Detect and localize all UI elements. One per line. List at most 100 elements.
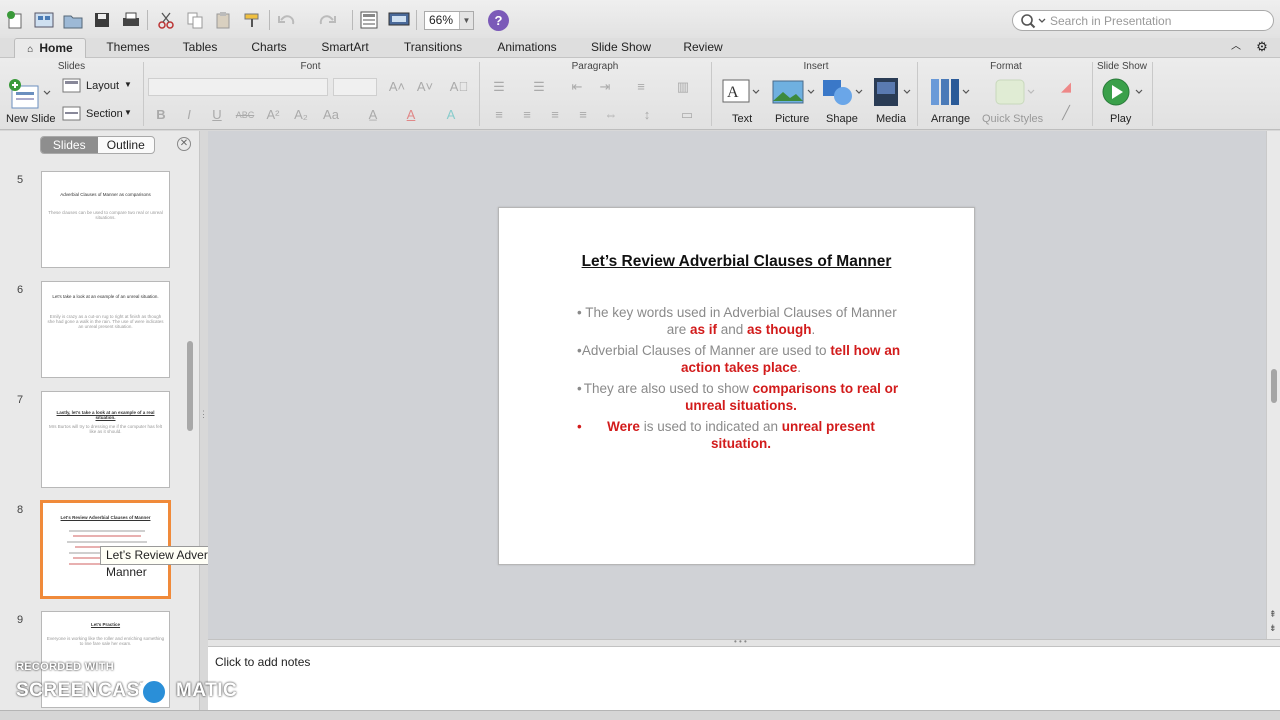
close-icon[interactable]: ✕ [177, 137, 191, 151]
redo-icon[interactable] [315, 9, 337, 31]
bullet-1[interactable]: • The key words used in Adverbial Clause… [577, 304, 901, 338]
font-size-field[interactable] [333, 78, 377, 96]
tab-outline[interactable]: Outline [98, 137, 155, 153]
change-case-icon[interactable]: Aa [320, 106, 342, 124]
insert-media-button[interactable]: Media [870, 76, 914, 128]
panel-scrollbar[interactable] [187, 341, 193, 431]
notes-splitter[interactable]: • • • [208, 637, 1280, 647]
numbering-icon[interactable]: ☰ [528, 78, 550, 96]
font-name-field[interactable] [148, 78, 328, 96]
panel-resize-handle[interactable]: ⋮ [199, 410, 208, 431]
superscript-icon[interactable]: A² [262, 106, 284, 124]
character-spacing-icon[interactable]: A̲ [362, 106, 384, 124]
bullets-icon[interactable]: ☰ [488, 78, 510, 96]
paste-icon[interactable] [212, 9, 234, 31]
section-button[interactable]: Section ▼ [62, 106, 138, 124]
slide-thumbnail-5[interactable]: Adverbial Clauses of Manner as compariso… [41, 171, 170, 268]
next-slide-icon[interactable]: ⇟ [1269, 623, 1277, 634]
thumb-body: Everyone is working like the roller and … [46, 636, 165, 646]
tab-slides[interactable]: Slides [41, 137, 98, 153]
font-color-icon[interactable]: A [400, 106, 422, 124]
layout-button[interactable]: Layout ▼ [62, 78, 138, 96]
bullet-3[interactable]: • They are also used to show comparisons… [577, 380, 901, 414]
shrink-font-icon[interactable]: A˅ [414, 78, 436, 96]
layout-label: Layout [86, 80, 120, 92]
tab-home[interactable]: ⌂ Home [14, 38, 86, 58]
arrange-button[interactable]: Arrange [926, 76, 974, 128]
align-center-icon[interactable]: ≡ [516, 106, 538, 124]
tab-smartart[interactable]: SmartArt [310, 38, 380, 58]
templates-icon[interactable] [33, 9, 55, 31]
thumb-body: These clauses can be used to compare two… [48, 210, 163, 220]
chevron-down-icon: ▼ [459, 12, 473, 29]
notes-pane[interactable]: Click to add notes [208, 647, 1280, 710]
section-label: Section [86, 108, 123, 120]
help-icon[interactable]: ? [488, 10, 509, 31]
tab-slide-show[interactable]: Slide Show [582, 38, 660, 58]
undo-icon[interactable] [277, 9, 299, 31]
zoom-select[interactable]: 66% ▼ [424, 11, 474, 30]
open-icon[interactable] [62, 9, 84, 31]
ribbon-tabs: ⌂ Home Themes Tables Charts SmartArt Tran… [0, 38, 1280, 58]
line-spacing-icon[interactable]: ≡ [630, 78, 652, 96]
quick-styles-button[interactable]: Quick Styles [982, 76, 1048, 128]
slide-sorter-icon[interactable] [358, 9, 380, 31]
subscript-icon[interactable]: A₂ [290, 106, 312, 124]
shape-fill-line-buttons[interactable]: ◢ ╱ [1055, 78, 1089, 124]
search-input[interactable]: Search in Presentation [1012, 10, 1274, 31]
copy-icon[interactable] [184, 9, 206, 31]
new-slide-button[interactable]: New Slide [6, 76, 56, 136]
tab-transitions[interactable]: Transitions [393, 38, 473, 58]
bullet-4[interactable]: • Were is used to indicated an unreal pr… [577, 418, 901, 452]
decrease-indent-icon[interactable]: ⇤ [566, 78, 588, 96]
editor-scrollbar[interactable]: ⇞ ⇟ [1266, 131, 1280, 639]
tab-themes[interactable]: Themes [96, 38, 160, 58]
editor-scroll-thumb[interactable] [1271, 369, 1277, 403]
italic-icon[interactable]: I [178, 106, 200, 124]
previous-slide-icon[interactable]: ⇞ [1269, 609, 1277, 620]
clear-format-icon[interactable]: A⃠ [448, 78, 470, 96]
slide-editor: Let’s Review Adverbial Clauses of Manner… [208, 131, 1266, 639]
text-direction-icon[interactable]: ↕ [636, 106, 658, 124]
bullet-2[interactable]: • Adverbial Clauses of Manner are used t… [577, 342, 901, 376]
new-icon[interactable] [4, 9, 26, 31]
underline-icon[interactable]: U [206, 106, 228, 124]
distribute-icon[interactable]: ⇔ [600, 106, 622, 124]
chevron-down-icon: ▼ [124, 108, 132, 117]
slide-canvas[interactable]: Let’s Review Adverbial Clauses of Manner… [498, 207, 975, 565]
gear-icon[interactable]: ⚙ [1250, 38, 1274, 58]
tab-animations[interactable]: Animations [486, 38, 568, 58]
tab-charts[interactable]: Charts [240, 38, 298, 58]
align-text-icon[interactable]: ▭ [676, 106, 698, 124]
increase-indent-icon[interactable]: ⇥ [594, 78, 616, 96]
print-icon[interactable] [120, 9, 142, 31]
group-slides-label: Slides [57, 61, 86, 72]
format-painter-icon[interactable] [241, 9, 263, 31]
columns-icon[interactable]: ▥ [672, 78, 694, 96]
collapse-ribbon-icon[interactable]: ︿ [1228, 38, 1244, 58]
bold-icon[interactable]: B [150, 106, 172, 124]
slide-thumbnail-6[interactable]: Let's take a look at an example of an un… [41, 281, 170, 378]
watermark-right: MATIC [176, 680, 238, 701]
strikethrough-icon[interactable]: ABC [234, 106, 256, 124]
save-icon[interactable] [91, 9, 113, 31]
layout-icon [62, 78, 81, 93]
align-right-icon[interactable]: ≡ [544, 106, 566, 124]
insert-shape-button[interactable]: Shape [820, 76, 866, 128]
arrange-icon [931, 79, 970, 105]
present-icon[interactable] [388, 9, 410, 31]
justify-icon[interactable]: ≡ [572, 106, 594, 124]
insert-picture-button[interactable]: Picture [770, 76, 816, 128]
tab-tables[interactable]: Tables [170, 38, 230, 58]
play-button[interactable]: Play [1100, 76, 1146, 128]
slide-title[interactable]: Let’s Review Adverbial Clauses of Manner [499, 253, 974, 271]
slide-thumbnail-7[interactable]: Lastly, let's take a look at an example … [41, 391, 170, 488]
cut-icon[interactable] [155, 9, 177, 31]
insert-text-button[interactable]: A Text [720, 76, 764, 128]
grow-font-icon[interactable]: A˄ [386, 78, 408, 96]
tab-review[interactable]: Review [673, 38, 733, 58]
align-left-icon[interactable]: ≡ [488, 106, 510, 124]
shape-fill-icon: ◢ [1061, 79, 1071, 94]
group-paragraph-label: Paragraph [571, 61, 619, 72]
text-effects-icon[interactable]: A [440, 106, 462, 124]
